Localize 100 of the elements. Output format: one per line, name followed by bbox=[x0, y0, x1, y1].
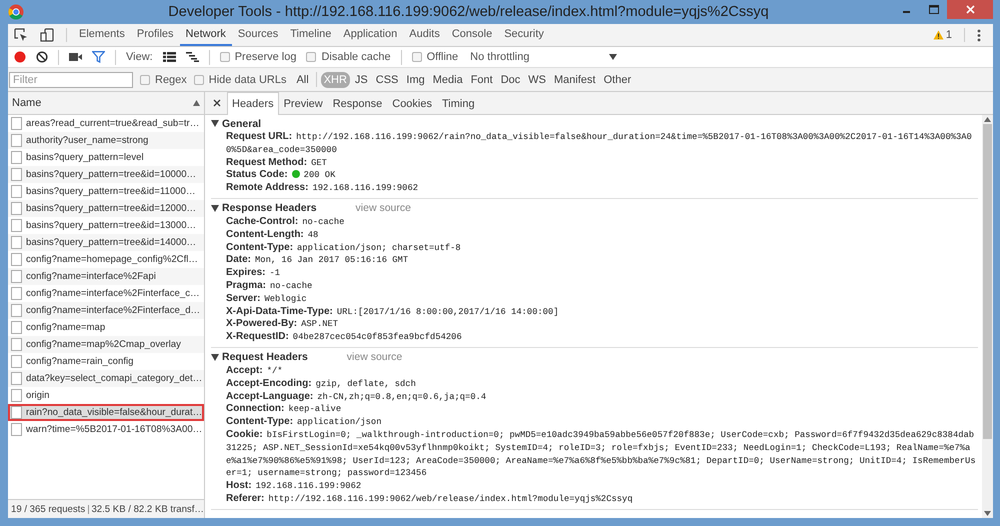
header-line: Cookie: bIsFirstLogin=0; _walkthrough-introduction=0; pwMD5=e10adc3949ba59abbe56e057f20f883e; UserCode=cxb; Password=6f7f9432d35dea629c8384dab31225; ASP.NET_SessionId=xe54kq00v53yflhnmp0koikt; SystemID=4; roleID=3; role=fxbjs; EventID=233; NeedLogin=1; CheckCode=L193; RealName=%e7%ae%a1%e7%90%86%e5%91%98; UserId=123; AreaCode=350000; AreaName=%e7%a6%8f%e5%bb%ba%e7%9c%81; DepartID=0; UserName=strong; UnitID=4; IsRememberUser=1; username=strong; password=123456 bbox=[225, 428, 977, 480]
request-row[interactable]: basins?query_pattern=tree&id=11000… bbox=[8, 183, 204, 200]
panel-tab[interactable]: Profiles bbox=[130, 24, 180, 46]
type-filter-button[interactable]: Manifest bbox=[551, 72, 599, 88]
header-line: Content-Length: 48 bbox=[225, 228, 320, 242]
warning-icon bbox=[932, 30, 944, 40]
request-row[interactable]: data?key=select_comapi_category_det… bbox=[8, 370, 204, 387]
header-line: Accept-Encoding: gzip, deflate, sdch bbox=[225, 378, 417, 391]
clear-icon[interactable] bbox=[36, 51, 48, 63]
request-row[interactable]: config?name=interface%2Fapi bbox=[8, 268, 204, 285]
column-header[interactable]: Name bbox=[8, 92, 204, 115]
request-row[interactable]: basins?query_pattern=tree&id=10000… bbox=[8, 166, 204, 183]
header-line: Date: Mon, 16 Jan 2017 05:16:16 GMT bbox=[225, 254, 410, 268]
detail-tab[interactable]: Headers bbox=[227, 92, 279, 115]
request-row[interactable]: authority?user_name=strong bbox=[8, 132, 204, 149]
checkbox[interactable] bbox=[194, 74, 204, 84]
checkbox-label[interactable]: Preserve log bbox=[234, 51, 296, 63]
checkbox[interactable] bbox=[306, 52, 316, 62]
disclosure-triangle-icon[interactable] bbox=[211, 120, 219, 127]
request-row[interactable]: warn?time=%5B2017-01-16T08%3A00… bbox=[8, 421, 204, 438]
panel-tab[interactable]: Timeline bbox=[284, 24, 338, 46]
type-filter-button[interactable]: JS bbox=[352, 72, 371, 88]
document-icon bbox=[11, 406, 22, 419]
filter-input[interactable]: Filter bbox=[9, 72, 133, 88]
more-options-icon[interactable] bbox=[977, 28, 981, 42]
checkbox[interactable] bbox=[220, 52, 230, 62]
panel-tab[interactable]: Console bbox=[446, 24, 498, 46]
view-source-link[interactable]: view source bbox=[346, 351, 402, 364]
close-icon[interactable] bbox=[213, 99, 221, 107]
type-filter-button[interactable]: CSS bbox=[372, 72, 402, 88]
document-icon bbox=[11, 134, 22, 147]
request-row[interactable]: origin bbox=[8, 387, 204, 404]
header-line: Remote Address: 192.168.116.199:9062 bbox=[225, 182, 420, 195]
request-row[interactable]: basins?query_pattern=level bbox=[8, 149, 204, 166]
request-row[interactable]: config?name=interface%2Finterface_d… bbox=[8, 302, 204, 319]
large-rows-icon[interactable] bbox=[162, 52, 176, 62]
detail-tab[interactable]: Response bbox=[328, 92, 388, 114]
section-title[interactable]: Request Headers bbox=[222, 351, 308, 364]
type-filter-button[interactable]: Media bbox=[430, 72, 466, 88]
checkbox-label[interactable]: Offline bbox=[426, 51, 458, 63]
waterfall-icon[interactable] bbox=[186, 52, 199, 62]
document-icon bbox=[11, 168, 22, 181]
request-row[interactable]: config?name=homepage_config%2Cfl… bbox=[8, 251, 204, 268]
scrollbar[interactable] bbox=[982, 115, 993, 518]
type-filter-button[interactable]: Font bbox=[468, 72, 496, 88]
warning-indicator[interactable]: 1 bbox=[926, 24, 958, 46]
disclosure-triangle-icon[interactable] bbox=[211, 204, 219, 212]
document-icon bbox=[11, 287, 22, 300]
panel-tab[interactable]: Audits bbox=[403, 24, 446, 46]
window-title: Developer Tools - http://192.168.116.199:9062/web/release/index.html?module=yqjs%2Cssyq bbox=[167, 4, 770, 20]
document-icon bbox=[11, 304, 22, 317]
type-filter-button[interactable]: Img bbox=[403, 72, 428, 88]
close-button[interactable] bbox=[947, 0, 993, 19]
document-icon bbox=[11, 338, 22, 351]
request-row[interactable]: config?name=map%2Cmap_overlay bbox=[8, 336, 204, 353]
type-filter-button[interactable]: Doc bbox=[498, 72, 524, 88]
request-row[interactable]: rain?no_data_visible=false&hour_durat… bbox=[8, 404, 204, 421]
panel-tab[interactable]: Security bbox=[498, 24, 550, 46]
document-icon bbox=[11, 236, 22, 249]
document-icon bbox=[11, 185, 22, 198]
request-row[interactable]: areas?read_current=true&read_sub=tr… bbox=[8, 115, 204, 132]
view-label: View: bbox=[126, 51, 153, 63]
checkbox[interactable] bbox=[140, 74, 150, 84]
request-row[interactable]: basins?query_pattern=tree&id=13000… bbox=[8, 217, 204, 234]
disclosure-triangle-icon[interactable] bbox=[211, 354, 219, 361]
column-title: Name bbox=[12, 97, 42, 109]
section-title[interactable]: General bbox=[222, 118, 262, 130]
request-row[interactable]: config?name=interface%2Finterface_c… bbox=[8, 285, 204, 302]
view-source-link[interactable]: view source bbox=[356, 202, 411, 214]
detail-tab[interactable]: Preview bbox=[278, 92, 328, 114]
throttling-dropdown[interactable]: No throttling bbox=[468, 50, 620, 64]
detail-tab[interactable]: Timing bbox=[437, 92, 480, 114]
device-mode-icon[interactable] bbox=[40, 28, 54, 42]
type-filter-button[interactable]: WS bbox=[525, 72, 550, 88]
type-filter-button[interactable]: All bbox=[293, 72, 312, 88]
checkbox-label[interactable]: Hide data URLs bbox=[208, 74, 286, 86]
request-row[interactable]: basins?query_pattern=tree&id=12000… bbox=[8, 200, 204, 217]
inspect-element-icon[interactable] bbox=[14, 28, 28, 42]
header-value: 200 OK bbox=[304, 170, 336, 180]
document-icon bbox=[11, 117, 22, 130]
request-row[interactable]: config?name=rain_config bbox=[8, 353, 204, 370]
scroll-down-icon bbox=[984, 511, 991, 516]
section-title[interactable]: Response Headers bbox=[222, 202, 317, 214]
header-line: Accept: */* bbox=[225, 364, 284, 378]
checkbox-label[interactable]: Disable cache bbox=[321, 51, 391, 63]
request-row[interactable]: basins?query_pattern=tree&id=14000… bbox=[8, 234, 204, 251]
record-icon[interactable] bbox=[14, 51, 26, 63]
checkbox-label[interactable]: Regex bbox=[155, 74, 187, 86]
detail-tab[interactable]: Cookies bbox=[387, 92, 437, 114]
header-line: Request URL: http://192.168.116.199:9062/rain?no_data_visible=false&hour_duration=24&time=%5B2017-01-16T08%3A00%3A00%2C2017-01-16T14%3A00%3A00%5D&area_code=350000 bbox=[225, 131, 973, 157]
panel-tab[interactable]: Sources bbox=[232, 24, 284, 46]
header-line: Accept-Language: zh-CN,zh;q=0.8,en;q=0.6,ja;q=0.4 bbox=[225, 390, 488, 404]
type-filter-button[interactable]: Other bbox=[600, 72, 634, 88]
filter-icon[interactable] bbox=[92, 51, 105, 63]
panel-tab[interactable]: Elements bbox=[73, 24, 131, 46]
video-camera-icon[interactable] bbox=[69, 52, 82, 62]
panel-tab[interactable]: Application bbox=[337, 24, 404, 46]
sort-ascending-icon bbox=[193, 100, 200, 106]
request-row[interactable]: config?name=map bbox=[8, 319, 204, 336]
checkbox[interactable] bbox=[412, 52, 422, 62]
